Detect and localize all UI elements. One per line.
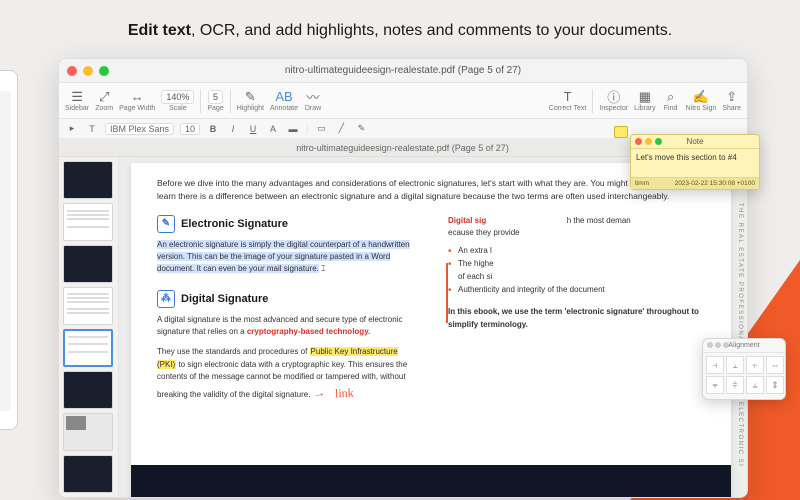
font-size-select[interactable]: 10 (180, 123, 200, 135)
list-item: Authenticity and integrity of the docume… (448, 284, 705, 297)
thumbnail-item[interactable] (63, 245, 113, 283)
font-select[interactable]: IBM Plex Sans (105, 123, 174, 135)
window-title: nitro-ultimateguideesign-realestate.pdf … (59, 65, 747, 76)
thumbnail-item-selected[interactable] (63, 329, 113, 367)
sticky-note-popup[interactable]: Note Let's move this section to #4 timm … (630, 134, 760, 190)
draw-icon: 〰 (304, 90, 322, 104)
body-text: A digital signature is the most advanced… (157, 314, 414, 339)
library-button[interactable]: ▦ Library (634, 90, 655, 112)
alignment-palette[interactable]: Alignment ⫞ ⫠ ⫟ ⇔ ⫧ ⫩ ⫨ ⇕ (702, 338, 786, 400)
thumbnail-item[interactable] (63, 203, 113, 241)
section-heading-esig: ✎ Electronic Signature (157, 215, 414, 233)
note-body[interactable]: Let's move this section to #4 (631, 149, 759, 177)
underline-button[interactable]: U (246, 124, 260, 134)
zoom-control[interactable]: ⤢ Zoom (95, 90, 113, 112)
bold-button[interactable]: B (206, 124, 220, 134)
annotate-icon: AB (275, 90, 293, 104)
align-center-v-icon[interactable]: ⫩ (726, 376, 744, 394)
zoom-icon: ⤢ (95, 90, 113, 104)
next-page-peek (131, 465, 731, 497)
pdf-page[interactable]: THE REAL ESTATE PROFESSIONAL'S GUIDE TO … (131, 163, 731, 497)
note-timestamp: 2023-02-22 15:30:08 +0100 (675, 180, 755, 187)
body-text: They use the standards and procedures of… (157, 346, 414, 402)
app-window: nitro-ultimateguideesign-realestate.pdf … (58, 58, 748, 498)
inspector-button[interactable]: ⓘ Inspector (599, 90, 628, 112)
page-width-icon: ↔ (128, 90, 146, 104)
thumbnail-item[interactable] (63, 161, 113, 199)
dsig-icon: ⁂ (157, 290, 175, 308)
share-icon: ⇪ (723, 90, 741, 104)
distribute-h-icon[interactable]: ⇔ (766, 356, 784, 374)
thumbnail-sidebar[interactable] (59, 157, 119, 497)
background-device-mock (0, 70, 18, 430)
page-control[interactable]: 5 Page (207, 90, 223, 112)
signature-tool-icon[interactable]: ✎ (354, 123, 368, 134)
align-top-icon[interactable]: ⫧ (706, 376, 724, 394)
nitro-sign-button[interactable]: ✍ Nitro Sign (686, 90, 717, 112)
correct-text-icon: T (559, 90, 577, 104)
text-tool-icon[interactable]: T (85, 124, 99, 134)
nitro-sign-icon: ✍ (692, 90, 710, 104)
note-footer: timm 2023-02-22 15:30:08 +0100 (631, 177, 759, 189)
thumbnail-item[interactable] (63, 287, 113, 325)
cursor-tool-icon[interactable]: ▸ (65, 123, 79, 134)
shape-tool-icon[interactable]: ▭ (314, 123, 328, 134)
fullscreen-icon[interactable] (655, 138, 662, 145)
annotation-arrow-icon: → (311, 383, 326, 403)
note-titlebar[interactable]: Note (631, 135, 759, 149)
share-button[interactable]: ⇪ Share (722, 90, 741, 112)
find-icon: ⌕ (662, 90, 680, 104)
annotate-button[interactable]: AB Annotate (270, 90, 298, 112)
margin-text: THE REAL ESTATE PROFESSIONAL'S GUIDE TO … (737, 203, 743, 467)
ebook-note: In this ebook, we use the term 'electron… (448, 306, 705, 331)
sidebar-icon: ☰ (68, 90, 86, 104)
inspector-icon: ⓘ (605, 90, 623, 104)
thumbnail-item[interactable] (63, 455, 113, 493)
list-item: An extra l (448, 245, 705, 258)
palette-titlebar[interactable]: Alignment (703, 339, 785, 353)
italic-button[interactable]: I (226, 124, 240, 134)
line-tool-icon[interactable]: ╱ (334, 123, 348, 134)
text-cursor-icon: ⌶ (321, 263, 326, 275)
section-heading-dsig: ⁂ Digital Signature (157, 290, 414, 308)
page-canvas[interactable]: THE REAL ESTATE PROFESSIONAL'S GUIDE TO … (119, 157, 747, 497)
text-color-icon[interactable]: A (266, 124, 280, 134)
main-toolbar: ☰ Sidebar ⤢ Zoom ↔ Page Width 140% Scale… (59, 83, 747, 119)
highlight-icon: ✎ (241, 90, 259, 104)
esig-icon: ✎ (157, 215, 175, 233)
fill-color-icon[interactable]: ▬ (286, 124, 300, 134)
titlebar: nitro-ultimateguideesign-realestate.pdf … (59, 59, 747, 83)
minimize-icon[interactable] (645, 138, 652, 145)
correct-text-button[interactable]: T Correct Text (549, 90, 587, 112)
close-icon[interactable] (635, 138, 642, 145)
thumbnail-item[interactable] (63, 371, 113, 409)
align-bottom-icon[interactable]: ⫨ (746, 376, 764, 394)
highlighted-text[interactable]: An electronic signature is simply the di… (157, 240, 410, 274)
align-center-h-icon[interactable]: ⫠ (726, 356, 744, 374)
page-number[interactable]: 5 (208, 90, 223, 104)
scale-control[interactable]: 140% Scale (161, 90, 194, 112)
promo-headline: Edit text, OCR, and add highlights, note… (0, 0, 800, 50)
list-item: The higheof each si (448, 258, 705, 284)
body-text: Digital sig xxxxxxxxxxxxxxxxxxx h the mo… (448, 215, 705, 240)
scale-value[interactable]: 140% (161, 90, 194, 104)
note-marker-icon[interactable] (614, 126, 628, 138)
handwriting-annotation[interactable]: link (334, 383, 353, 402)
align-left-icon[interactable]: ⫞ (706, 356, 724, 374)
intro-paragraph: Before we dive into the many advantages … (157, 177, 705, 203)
library-icon: ▦ (636, 90, 654, 104)
note-author: timm (635, 180, 649, 187)
align-right-icon[interactable]: ⫟ (746, 356, 764, 374)
thumbnail-item[interactable] (63, 413, 113, 451)
page-width-button[interactable]: ↔ Page Width (119, 90, 155, 112)
draw-button[interactable]: 〰 Draw (304, 90, 322, 112)
find-button[interactable]: ⌕ Find (662, 90, 680, 112)
highlight-button[interactable]: ✎ Highlight (237, 90, 264, 112)
sidebar-toggle[interactable]: ☰ Sidebar (65, 90, 89, 112)
distribute-v-icon[interactable]: ⇕ (766, 376, 784, 394)
